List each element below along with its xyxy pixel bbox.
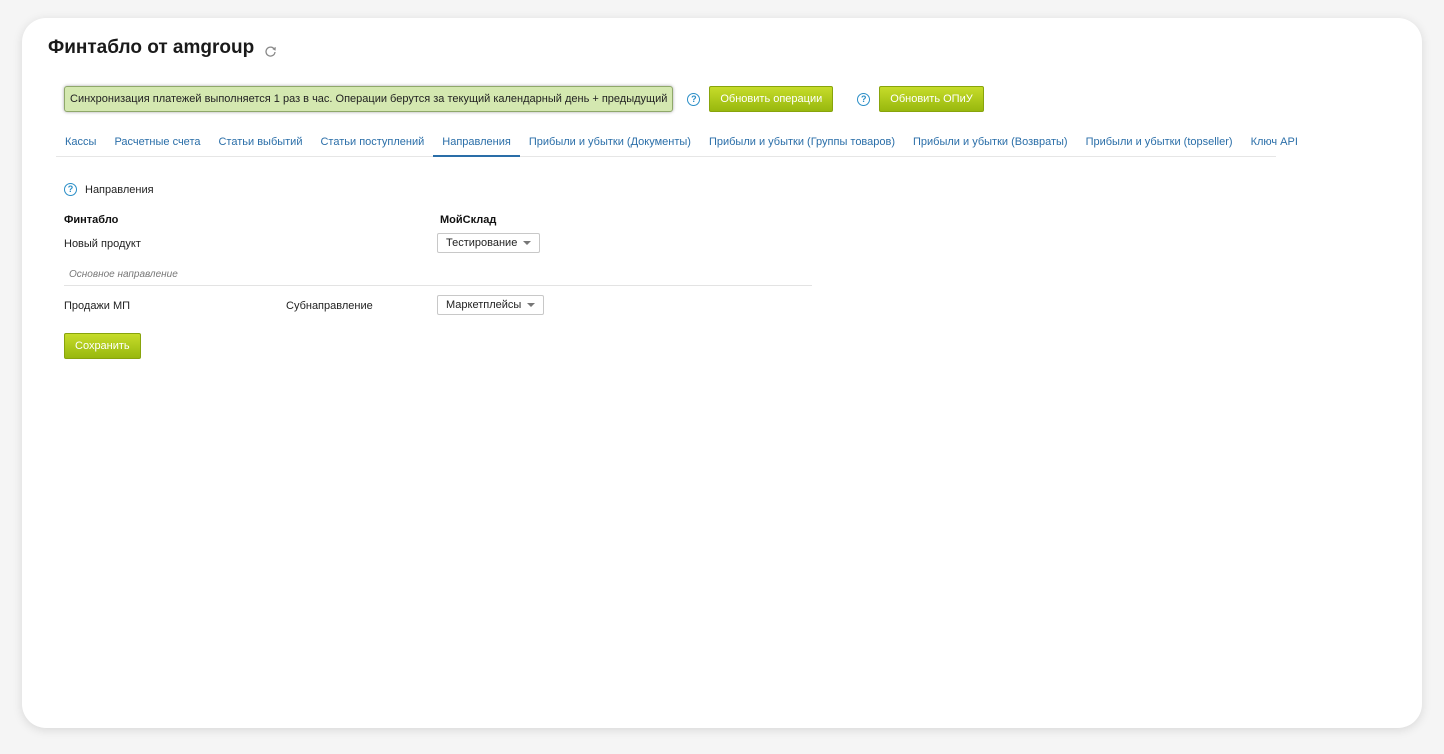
section-title: Направления — [85, 183, 154, 196]
group-label: Основное направление — [69, 269, 178, 280]
tab-pnl-documents[interactable]: Прибыли и убытки (Документы) — [520, 131, 700, 157]
tab-pnl-topseller[interactable]: Прибыли и убытки (topseller) — [1077, 131, 1242, 157]
help-icon[interactable]: ? — [687, 92, 701, 106]
tab-pnl-product-groups[interactable]: Прибыли и убытки (Группы товаров) — [700, 131, 904, 157]
help-icon[interactable]: ? — [64, 183, 77, 196]
help-icon[interactable]: ? — [857, 92, 871, 106]
sync-row: Синхронизация платежей выполняется 1 раз… — [64, 86, 984, 112]
column-header-moysklad: МойСклад — [440, 214, 497, 226]
select-value: Маркетплейсы — [446, 299, 522, 311]
caret-down-icon — [523, 241, 532, 245]
tab-inflow-items[interactable]: Статьи поступлений — [311, 131, 433, 157]
sync-note: Синхронизация платежей выполняется 1 раз… — [64, 86, 674, 112]
save-button[interactable]: Сохранить — [64, 333, 141, 359]
update-pnl-button[interactable]: Обновить ОПиУ — [879, 86, 984, 112]
direction-select[interactable]: Тестирование — [437, 233, 541, 253]
main-card: Финтабло от amgroup Синхронизация платеж… — [22, 18, 1422, 728]
tab-bank-accounts[interactable]: Расчетные счета — [105, 131, 209, 157]
select-value: Тестирование — [446, 237, 518, 249]
page-title: Финтабло от amgroup — [48, 37, 277, 59]
tab-pnl-returns[interactable]: Прибыли и убытки (Возвраты) — [904, 131, 1077, 157]
row-name: Новый продукт — [64, 238, 141, 250]
tab-outflow-items[interactable]: Статьи выбытий — [209, 131, 311, 157]
subdirection-label: Субнаправление — [286, 300, 373, 312]
divider — [64, 285, 812, 286]
subdirection-select[interactable]: Маркетплейсы — [437, 295, 545, 315]
page-title-text: Финтабло от amgroup — [48, 37, 255, 58]
caret-down-icon — [527, 303, 536, 307]
refresh-icon[interactable] — [264, 42, 277, 57]
update-operations-button[interactable]: Обновить операции — [709, 86, 834, 112]
row-name: Продажи МП — [64, 300, 131, 312]
tab-api-key[interactable]: Ключ API — [1242, 131, 1307, 157]
tab-kassy[interactable]: Кассы — [56, 131, 105, 157]
tab-directions[interactable]: Направления — [433, 131, 520, 157]
tab-bar: Кассы Расчетные счета Статьи выбытий Ста… — [56, 131, 1298, 157]
column-header-fintablo: Финтабло — [64, 214, 119, 226]
section-header: ? Направления — [64, 183, 154, 196]
